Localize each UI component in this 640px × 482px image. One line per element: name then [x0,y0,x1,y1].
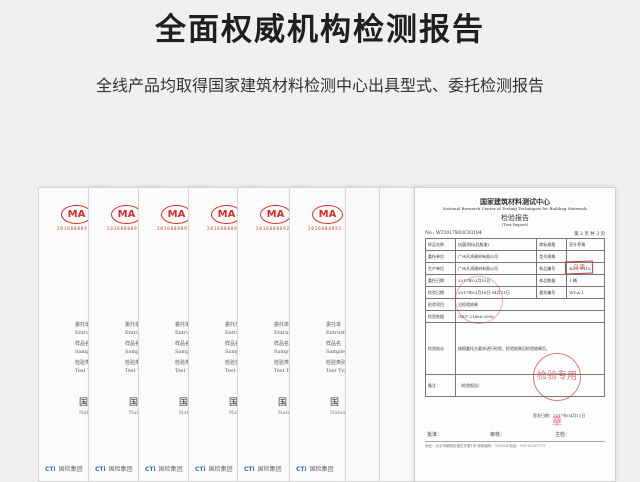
field-label: 检验类别 [326,360,347,366]
cma-number: 2016000092 [157,226,192,231]
inspection-seal-icon: 检验专用章 [533,353,581,428]
report-number: No.: WT2017B03C03184 [425,231,482,236]
cti-logo: CTi 国检集团 [296,466,334,473]
stamp-badge: 只读 [564,260,594,275]
cma-mark-icon: MA [312,205,343,224]
cma-number: 2016000092 [256,226,291,231]
doc-heading: 国 [179,398,189,408]
cti-logo: CTi 国检集团 [145,466,183,473]
signature-inspector: 主检： [555,432,571,438]
table-row: 检验日期 2017年03月16日-04月11日 委托编号 WT-A-1 [425,286,605,299]
issue-date: 签发日期：2017年04月11日 [533,413,586,418]
cma-mark-icon: MA [260,205,291,224]
table-row: 检验项目 见检验结果 [425,298,606,311]
doc-heading: 国 [278,398,288,408]
table-row: 委托日期 2017年03月15日 样品数量 1 桶 [425,274,605,287]
page-subline: 全线产品均取得国家建筑材料检测中心出具型式、委托检测报告 [95,76,544,95]
field-label: 样品名 [274,341,290,347]
cma-number: 2016000092 [57,226,92,231]
doc-heading: 国 [129,398,139,408]
report-title-en: (Test Report) [501,222,529,227]
front-report-page: 国家建筑材料测试中心 National Research Center of T… [414,187,616,482]
report-page-number: 第 2 页 共 2 页 [574,232,605,237]
table-row: 检验依据 GB/T 21866-2008 [425,310,606,323]
signature-review: 审核： [490,432,506,438]
field-label: 委托单 [326,322,342,328]
field-label: 委托单 [274,322,290,328]
cti-logo: CTi 国检集团 [244,466,282,473]
cma-number: 2016000092 [107,226,142,231]
footer-divider [425,441,605,442]
cti-logo: CTi 国检集团 [45,466,83,473]
doc-heading: 国 [330,398,340,408]
cma-number: 2016000092 [207,226,242,231]
report-org-title-en: National Research Center of Testing Tech… [442,206,588,211]
table-row: 样品名称 抗菌涂料(乳胶漆) 商标规格 亚什菲格 [425,238,605,251]
cti-logo: CTi 国检集团 [95,466,133,473]
cti-logo: CTi 国检集团 [195,466,233,473]
report-footer: 地址：北京市朝阳区管庄东里1号 邮政编码：100024 电话：010-51167… [425,444,546,448]
field-label-en: Entrust [326,330,346,336]
signature-approve: 批准： [427,432,443,438]
page-headline: 全面权威机构检测报告 [155,12,485,48]
cma-number: 2016000092 [308,226,343,231]
doc-heading: 国 [79,398,89,408]
field-label: 样品名 [326,341,342,347]
